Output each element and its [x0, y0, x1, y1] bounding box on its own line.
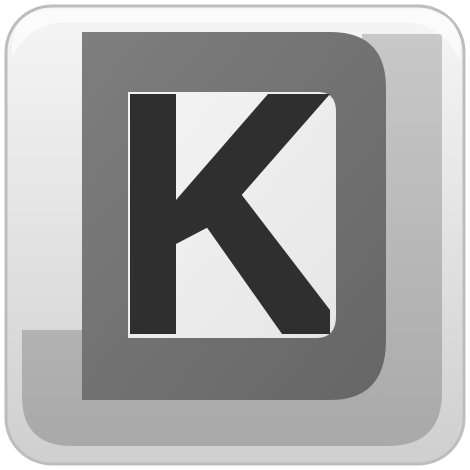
app-icon-canvas	[0, 0, 470, 470]
dkj-logo-icon	[4, 4, 466, 466]
